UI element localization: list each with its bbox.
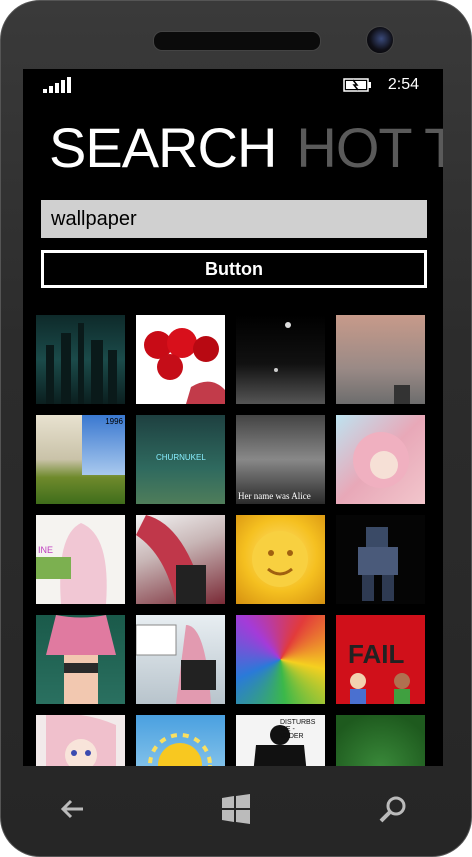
image-tile[interactable] [136, 315, 225, 404]
hardware-navigation-bar [1, 769, 471, 849]
phone-speaker [153, 31, 321, 51]
pivot-header: SEARCH HOT TO [49, 115, 443, 180]
tile-label: 1996 [105, 417, 123, 426]
tile-caption: DISTURBS ME - VADER [280, 719, 316, 740]
armored-soldier-image [358, 527, 398, 601]
status-bar: 2:54 [23, 69, 443, 101]
image-tile[interactable] [236, 515, 325, 604]
image-tile[interactable]: INE [36, 515, 125, 604]
green-icon-image [336, 715, 425, 766]
pink-hair-portrait-image [353, 432, 409, 488]
image-tile[interactable]: FAIL [336, 615, 425, 704]
phone-frame: 2:54 SEARCH HOT TO wallpaper Button [0, 0, 472, 857]
phone-screen: 2:54 SEARCH HOT TO wallpaper Button [23, 69, 443, 766]
tile-logo-text: CHURNUKEL [156, 453, 206, 462]
image-tile[interactable] [336, 415, 425, 504]
image-tile[interactable] [36, 615, 125, 704]
tile-label: INE [38, 545, 54, 555]
image-tile[interactable] [136, 615, 225, 704]
image-tile[interactable] [236, 615, 325, 704]
moon-surface-image [274, 322, 291, 372]
anime-character-image [46, 615, 116, 704]
tower-dusk-image [394, 385, 410, 404]
image-tile[interactable] [36, 715, 125, 766]
image-tile[interactable] [236, 315, 325, 404]
search-input[interactable]: wallpaper [41, 200, 427, 238]
image-tile[interactable] [336, 715, 425, 766]
mii-characters-image [350, 673, 410, 704]
image-tile[interactable] [36, 315, 125, 404]
image-tile[interactable] [336, 515, 425, 604]
image-tile[interactable]: Her name was Alice [236, 415, 325, 504]
image-tile[interactable] [336, 315, 425, 404]
clock: 2:54 [387, 76, 419, 93]
cherries-image [144, 328, 225, 404]
red-hair-anime-image [136, 515, 206, 604]
pivot-item-search[interactable]: SEARCH [49, 116, 277, 179]
image-tile[interactable]: 1996 [36, 415, 125, 504]
image-tile[interactable] [136, 515, 225, 604]
cosplay-photo-image [136, 624, 216, 704]
city-skyline-image [46, 323, 117, 404]
anime-girl-portrait-image [46, 715, 116, 766]
image-tile[interactable] [136, 715, 225, 766]
signal-strength-icon [43, 77, 71, 93]
back-icon[interactable] [53, 789, 93, 829]
anime-girl-image [36, 523, 107, 604]
sun-face-image [252, 531, 308, 587]
search-button[interactable]: Button [41, 250, 427, 288]
battery-charging-icon [343, 78, 371, 92]
search-icon[interactable] [373, 789, 413, 829]
pivot-item-hot-topics[interactable]: HOT TO [296, 116, 443, 179]
windows-icon[interactable] [216, 789, 256, 829]
front-camera [366, 26, 394, 54]
tile-caption: Her name was Alice [238, 491, 311, 501]
cartoon-sun-image [148, 733, 212, 766]
image-tile[interactable]: DISTURBS ME - VADER [236, 715, 325, 766]
image-tile[interactable]: CHURNUKEL [136, 415, 225, 504]
